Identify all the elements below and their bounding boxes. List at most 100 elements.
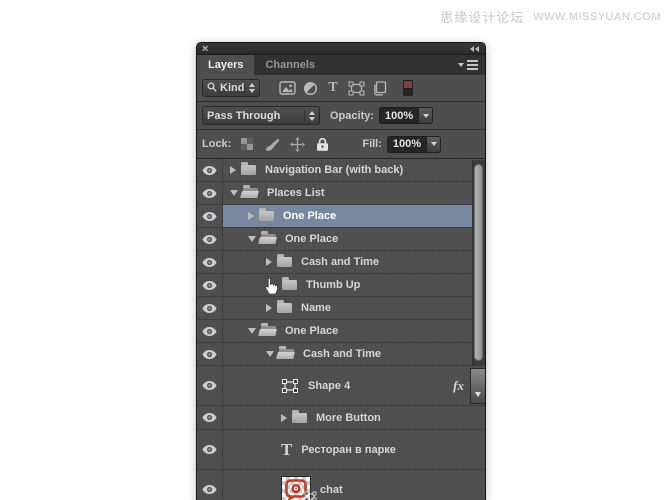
watermark-site-name: 思缘设计论坛 xyxy=(440,7,524,26)
panel-menu-icon[interactable] xyxy=(458,55,478,75)
layer-thumbnail[interactable] xyxy=(281,476,311,500)
visibility-eye-icon[interactable] xyxy=(197,343,223,365)
blend-mode-value: Pass Through xyxy=(207,110,280,122)
layer-row[interactable]: More Button xyxy=(197,406,485,430)
layer-name: chat xyxy=(320,484,343,496)
panel-titlebar[interactable]: × xyxy=(197,43,485,55)
layer-name: Ресторан в парке xyxy=(301,444,396,456)
layer-row[interactable]: Places List xyxy=(197,182,485,205)
expand-triangle-icon[interactable] xyxy=(281,414,287,422)
layer-row[interactable]: Navigation Bar (with back) xyxy=(197,159,485,182)
lock-all-icon[interactable] xyxy=(314,135,330,153)
folder-open-icon xyxy=(243,188,258,198)
scrollbar-thumb[interactable] xyxy=(474,164,483,361)
layer-name: One Place xyxy=(285,325,338,337)
visibility-eye-icon[interactable] xyxy=(197,251,223,273)
visibility-eye-icon[interactable] xyxy=(197,182,223,204)
layer-row[interactable]: One Place xyxy=(197,228,485,251)
filter-buttons: T xyxy=(276,78,390,98)
tab-channels[interactable]: Channels xyxy=(254,55,326,75)
folder-icon xyxy=(241,165,256,175)
visibility-eye-icon[interactable] xyxy=(197,366,223,405)
shape-layer-thumbnail[interactable] xyxy=(281,378,299,394)
vector-mask-badge-icon xyxy=(304,489,317,500)
blend-mode-dropdown[interactable]: Pass Through xyxy=(202,106,320,125)
fx-badge: fx xyxy=(453,378,467,394)
watermark-site-url: WWW.MISSYUAN.COM xyxy=(533,11,661,23)
folder-icon xyxy=(277,257,292,267)
layer-name: Places List xyxy=(267,187,324,199)
layer-row[interactable]: One Place xyxy=(197,320,485,343)
shape-layer-filter-icon[interactable] xyxy=(345,78,367,98)
layer-row[interactable]: T Ресторан в парке xyxy=(197,430,485,470)
layer-list: Navigation Bar (with back) Places List One… xyxy=(197,159,485,500)
folder-open-icon xyxy=(279,349,294,359)
layer-name: Name xyxy=(301,302,331,314)
filter-kind-label: Kind xyxy=(220,82,244,94)
fill-value-field[interactable]: 100% xyxy=(387,136,426,153)
expand-triangle-icon[interactable] xyxy=(230,166,236,174)
blend-row: Pass Through Opacity: 100% xyxy=(197,102,485,130)
visibility-eye-icon[interactable] xyxy=(197,274,223,296)
collapse-triangle-icon[interactable] xyxy=(248,328,256,334)
opacity-dropdown-icon[interactable] xyxy=(418,107,433,124)
hand-cursor-icon xyxy=(262,276,280,301)
folder-icon xyxy=(282,280,297,290)
lock-buttons xyxy=(239,135,330,153)
collapse-triangle-icon[interactable] xyxy=(266,351,274,357)
visibility-eye-icon[interactable] xyxy=(197,430,223,469)
dropdown-stepper-icon xyxy=(304,111,315,121)
type-layer-icon[interactable]: T xyxy=(281,441,292,458)
folder-open-icon xyxy=(261,326,276,336)
opacity-label: Opacity: xyxy=(330,110,374,122)
lock-image-pixels-icon[interactable] xyxy=(264,135,280,153)
search-icon xyxy=(207,82,217,95)
layer-row[interactable]: Cash and Time xyxy=(197,251,485,274)
expand-triangle-icon[interactable] xyxy=(248,212,254,220)
expand-triangle-icon[interactable] xyxy=(266,258,272,266)
layer-row[interactable]: chat xyxy=(197,470,485,500)
folder-icon xyxy=(259,211,274,221)
filter-kind-dropdown[interactable]: Kind xyxy=(202,79,260,97)
layers-panel: × Layers Channels Kind T Pass Through xyxy=(196,42,486,500)
pixel-layer-filter-icon[interactable] xyxy=(276,78,298,98)
visibility-eye-icon[interactable] xyxy=(197,159,223,181)
tab-layers[interactable]: Layers xyxy=(197,55,254,75)
lock-position-icon[interactable] xyxy=(289,135,305,153)
layer-name: Cash and Time xyxy=(301,256,379,268)
lock-row: Lock: Fill: 100% xyxy=(197,130,485,159)
smart-object-filter-icon[interactable] xyxy=(368,78,390,98)
visibility-eye-icon[interactable] xyxy=(197,205,223,227)
layer-name: Navigation Bar (with back) xyxy=(265,164,403,176)
collapse-effects-icon[interactable] xyxy=(470,368,485,404)
fill-dropdown-icon[interactable] xyxy=(426,136,441,153)
close-icon[interactable]: × xyxy=(202,44,208,54)
adjustment-layer-filter-icon[interactable] xyxy=(299,78,321,98)
folder-open-icon xyxy=(261,234,276,244)
layer-name: Shape 4 xyxy=(308,380,350,392)
panel-tabbar: Layers Channels xyxy=(197,55,485,75)
collapse-triangle-icon[interactable] xyxy=(248,236,256,242)
layer-row[interactable]: Cash and Time xyxy=(197,343,485,366)
layer-name: Thumb Up xyxy=(306,279,360,291)
layer-row[interactable]: One Place xyxy=(197,205,485,228)
layer-row[interactable]: Thumb Up xyxy=(197,274,485,297)
layer-row[interactable]: Name xyxy=(197,297,485,320)
visibility-eye-icon[interactable] xyxy=(197,320,223,342)
layer-row[interactable]: Shape 4 fx xyxy=(197,366,485,406)
visibility-eye-icon[interactable] xyxy=(197,297,223,319)
opacity-value-field[interactable]: 100% xyxy=(379,107,418,124)
folder-icon xyxy=(277,303,292,313)
dropdown-stepper-icon xyxy=(244,83,255,93)
lock-transparent-pixels-icon[interactable] xyxy=(239,135,255,153)
visibility-eye-icon[interactable] xyxy=(197,228,223,250)
type-layer-filter-icon[interactable]: T xyxy=(322,78,344,98)
collapse-to-icons-icon[interactable] xyxy=(470,46,479,52)
expand-triangle-icon[interactable] xyxy=(266,304,272,312)
visibility-eye-icon[interactable] xyxy=(197,406,223,429)
collapse-triangle-icon[interactable] xyxy=(230,190,238,196)
visibility-eye-icon[interactable] xyxy=(197,470,223,500)
layer-filtering-toggle[interactable] xyxy=(403,80,413,96)
layer-name: One Place xyxy=(285,233,338,245)
layer-name: More Button xyxy=(316,412,381,424)
